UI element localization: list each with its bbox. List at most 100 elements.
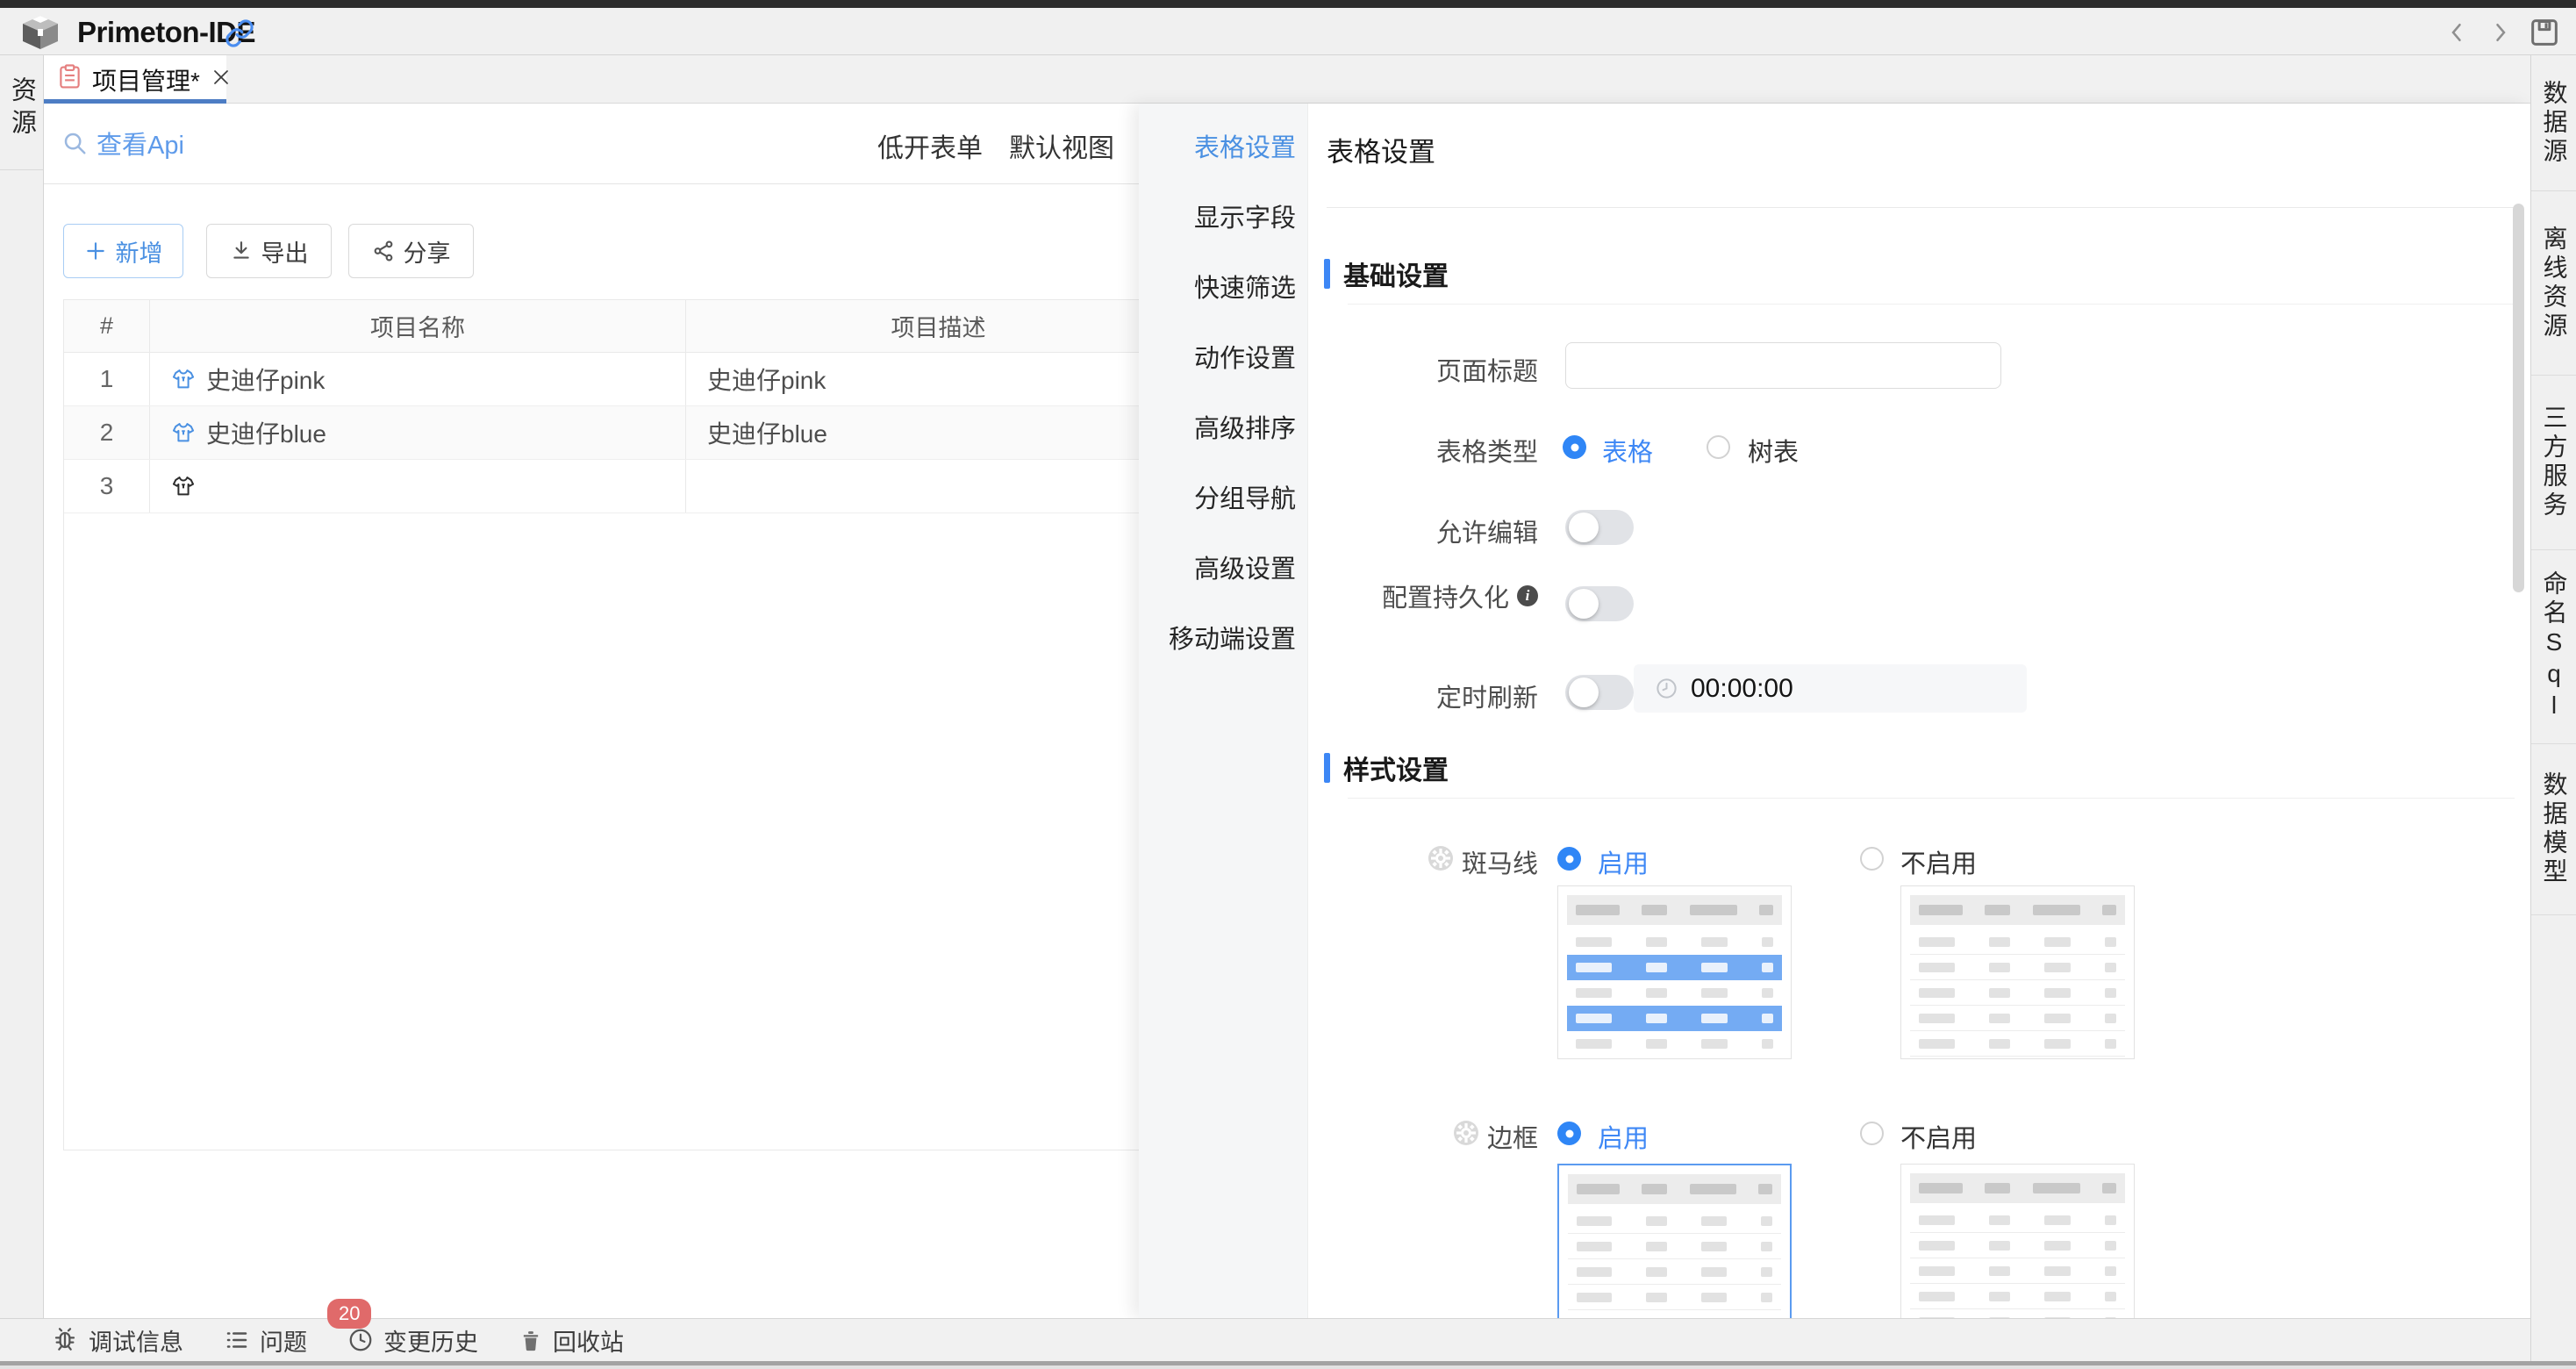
tshirt-icon bbox=[171, 420, 196, 445]
table-row[interactable]: 1 史迪仔pink 史迪仔pink bbox=[64, 353, 1191, 406]
radio-zebra-on[interactable] bbox=[1557, 847, 1581, 871]
page-title-label: 页面标题 bbox=[1257, 351, 1538, 388]
menu-item-table-settings[interactable]: 表格设置 bbox=[1139, 111, 1307, 181]
style-settings-heading: 样式设置 bbox=[1324, 749, 1449, 787]
preview-bar bbox=[1577, 1216, 1612, 1226]
preview-bar bbox=[1919, 963, 1955, 972]
radio-tree[interactable] bbox=[1707, 435, 1730, 459]
right-rail-offline-resources-tab[interactable]: 离线资源 bbox=[2531, 191, 2576, 376]
zebra-disabled-option[interactable]: 不启用 bbox=[1900, 843, 1977, 880]
preview-bar bbox=[1701, 937, 1727, 947]
nav-forward-icon[interactable] bbox=[2487, 19, 2513, 50]
preview-bar bbox=[1919, 988, 1955, 998]
change-history-item[interactable]: 变更历史 bbox=[347, 1323, 478, 1358]
preview-bar bbox=[2044, 1014, 2070, 1023]
preview-row bbox=[1910, 1031, 2125, 1057]
export-button[interactable]: 导出 bbox=[206, 224, 332, 278]
drawer-title-divider bbox=[1327, 207, 2515, 208]
timed-refresh-toggle[interactable] bbox=[1565, 675, 1634, 710]
preview-bar bbox=[1577, 1184, 1620, 1194]
drawer-scrollbar-thumb[interactable] bbox=[2513, 204, 2524, 592]
bug-icon bbox=[51, 1326, 79, 1354]
table-settings-drawer: 表格设置 显示字段 快速筛选 动作设置 高级排序 分组导航 高级设置 移动端设置… bbox=[1139, 104, 2530, 1318]
radio-border-off[interactable] bbox=[1860, 1122, 1884, 1145]
zebra-on-preview[interactable] bbox=[1557, 885, 1792, 1059]
right-rail-thirdparty-services-tab[interactable]: 三方服务 bbox=[2531, 376, 2576, 550]
row-index: 2 bbox=[64, 406, 150, 459]
menu-item-quick-filter[interactable]: 快速筛选 bbox=[1139, 251, 1307, 321]
plus-icon bbox=[84, 240, 107, 262]
info-icon[interactable]: i bbox=[1517, 585, 1538, 606]
table-header: # 项目名称 项目描述 bbox=[64, 300, 1191, 353]
right-rail-named-sql-tab[interactable]: 命名Sql bbox=[2531, 550, 2576, 744]
tab-project-management[interactable]: 项目管理* bbox=[44, 55, 226, 104]
preview-bar bbox=[1762, 988, 1774, 998]
allow-edit-toggle[interactable] bbox=[1565, 510, 1634, 545]
table-row[interactable]: 3 bbox=[64, 460, 1191, 513]
preview-bar bbox=[1646, 1014, 1668, 1023]
zebra-off-preview[interactable] bbox=[1900, 885, 2135, 1059]
option-table[interactable]: 表格 bbox=[1602, 432, 1653, 469]
table-row[interactable]: 2 史迪仔blue 史迪仔blue bbox=[64, 406, 1191, 460]
drawer-title: 表格设置 bbox=[1327, 130, 1435, 169]
page-title-input[interactable] bbox=[1565, 342, 2001, 389]
preview-bar bbox=[1989, 1039, 2011, 1049]
gear-icon[interactable] bbox=[1453, 1120, 1479, 1153]
preview-bar bbox=[1761, 1267, 1772, 1277]
refresh-time-input[interactable]: 00:00:00 bbox=[1634, 664, 2027, 713]
share-button[interactable]: 分享 bbox=[348, 224, 474, 278]
preview-bar bbox=[1919, 1266, 1955, 1276]
gear-icon[interactable] bbox=[1428, 845, 1454, 878]
low-code-form-link[interactable]: 低开表单 bbox=[877, 126, 983, 165]
preview-bar bbox=[1701, 963, 1727, 972]
menu-item-display-fields[interactable]: 显示字段 bbox=[1139, 181, 1307, 251]
preview-bar bbox=[2044, 1215, 2070, 1225]
preview-header-row bbox=[1567, 895, 1782, 925]
preview-bar bbox=[2105, 1215, 2117, 1225]
option-tree[interactable]: 树表 bbox=[1748, 432, 1799, 469]
recycle-bin-item[interactable]: 回收站 bbox=[519, 1323, 624, 1358]
problems-item[interactable]: 问题 20 bbox=[224, 1323, 307, 1358]
status-bar: 调试信息 问题 20 变更历史 回收站 bbox=[0, 1318, 2530, 1361]
preview-bar bbox=[1577, 1293, 1612, 1302]
column-header-index: # bbox=[64, 300, 150, 352]
trash-icon bbox=[519, 1328, 543, 1352]
share-icon bbox=[372, 240, 395, 262]
radio-border-on[interactable] bbox=[1557, 1122, 1581, 1145]
allow-edit-label: 允许编辑 bbox=[1257, 512, 1538, 549]
preview-bar bbox=[1919, 937, 1955, 947]
border-enabled-option[interactable]: 启用 bbox=[1598, 1118, 1649, 1155]
debug-info-item[interactable]: 调试信息 bbox=[51, 1323, 183, 1358]
nav-back-icon[interactable] bbox=[2444, 19, 2471, 50]
border-off-preview[interactable] bbox=[1900, 1164, 2135, 1318]
tab-close-icon[interactable] bbox=[211, 67, 232, 92]
preview-bar bbox=[1985, 905, 2010, 915]
radio-table-selected[interactable] bbox=[1563, 435, 1586, 459]
save-icon[interactable] bbox=[2527, 15, 2562, 54]
radio-zebra-off[interactable] bbox=[1860, 847, 1884, 871]
right-rail-datasource-tab[interactable]: 数据源 bbox=[2531, 55, 2576, 191]
section-divider bbox=[1348, 798, 2515, 799]
default-view-link[interactable]: 默认视图 bbox=[1009, 126, 1114, 165]
preview-row bbox=[1568, 1310, 1781, 1318]
left-rail-resources-tab[interactable]: 资源 bbox=[4, 76, 40, 141]
preview-bar bbox=[1989, 937, 2011, 947]
preview-bar bbox=[1642, 905, 1667, 915]
left-rail: 资源 bbox=[0, 55, 44, 1318]
border-disabled-option[interactable]: 不启用 bbox=[1900, 1118, 1977, 1155]
preview-bar bbox=[1646, 1242, 1668, 1251]
zebra-enabled-option[interactable]: 启用 bbox=[1598, 843, 1649, 880]
border-on-preview[interactable] bbox=[1557, 1164, 1792, 1318]
preview-bar bbox=[1989, 1241, 2011, 1251]
preview-bar bbox=[1761, 1293, 1772, 1302]
preview-bar bbox=[2102, 1183, 2116, 1193]
view-api-link[interactable]: 查看Api bbox=[61, 125, 184, 161]
link-icon[interactable] bbox=[225, 18, 254, 53]
preview-row bbox=[1567, 1031, 1782, 1057]
add-button[interactable]: 新增 bbox=[63, 224, 183, 278]
section-accent-bar bbox=[1324, 259, 1330, 289]
persistence-toggle[interactable] bbox=[1565, 586, 1634, 621]
preview-bar bbox=[2044, 1266, 2070, 1276]
right-rail-data-model-tab[interactable]: 数据模型 bbox=[2531, 744, 2576, 915]
border-label: 边框 bbox=[1227, 1118, 1538, 1155]
